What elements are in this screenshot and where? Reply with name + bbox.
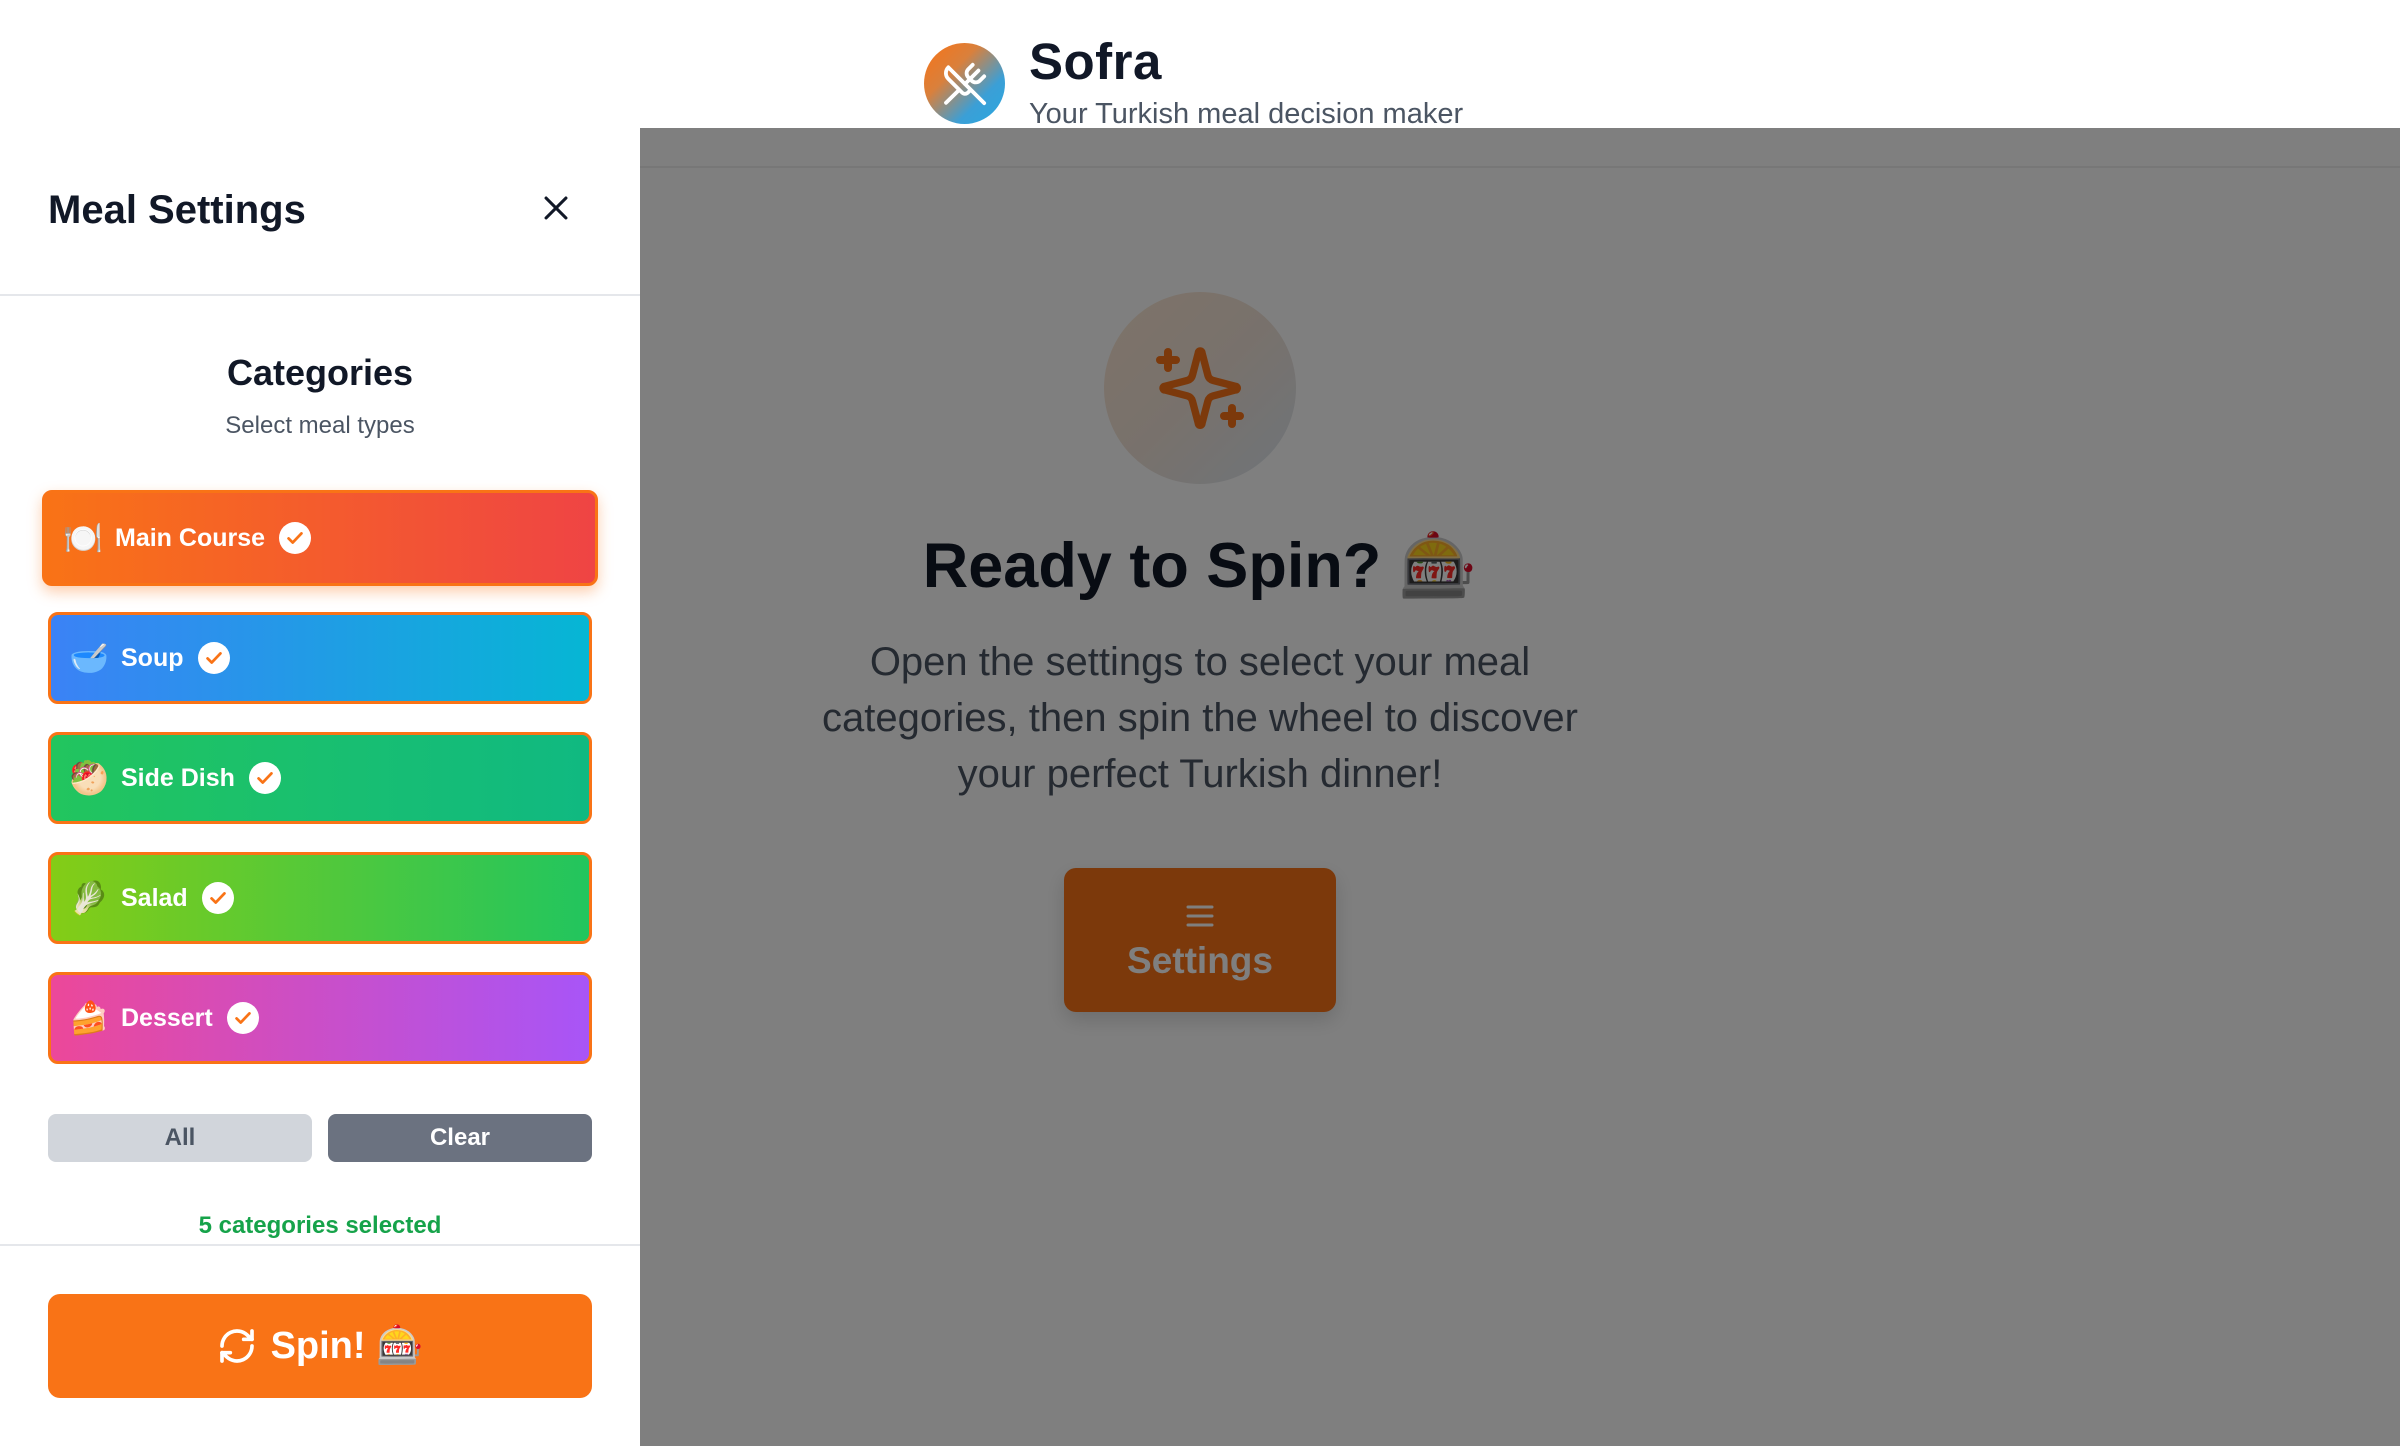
category-emoji: 🥣 — [69, 639, 109, 677]
app-subtitle: Your Turkish meal decision maker — [1029, 98, 1464, 130]
category-button[interactable]: 🥙 Side Dish — [48, 732, 592, 824]
backdrop-divider — [640, 166, 2400, 168]
fork-knife-icon — [943, 62, 986, 105]
app-logo — [924, 43, 1005, 124]
check-icon — [226, 1002, 259, 1034]
category-button[interactable]: 🍰 Dessert — [48, 972, 592, 1064]
category-label: Soup — [121, 643, 184, 672]
category-button[interactable]: 🍽️ Main Course — [42, 490, 598, 586]
clear-button[interactable]: Clear — [328, 1114, 592, 1162]
drawer-header: Meal Settings — [0, 128, 640, 296]
app-title: Sofra — [1029, 33, 1162, 90]
category-emoji: 🥙 — [69, 759, 109, 797]
category-emoji: 🍽️ — [63, 519, 103, 557]
refresh-icon — [219, 1329, 254, 1363]
check-icon — [201, 882, 234, 914]
check-icon — [197, 642, 230, 674]
app-header: Sofra Your Turkish meal decision maker — [0, 0, 2400, 130]
category-label: Side Dish — [121, 763, 235, 792]
spin-button-label: Spin! 🎰 — [270, 1325, 424, 1367]
category-emoji: 🥬 — [69, 879, 109, 917]
check-icon — [279, 522, 312, 554]
spin-button[interactable]: Spin! 🎰 — [48, 1294, 592, 1398]
settings-drawer: Meal Settings Categories Select meal typ… — [0, 128, 640, 1446]
category-label: Salad — [121, 883, 188, 912]
category-label: Main Course — [115, 523, 266, 552]
category-button[interactable]: 🥣 Soup — [48, 612, 592, 704]
drawer-title: Meal Settings — [48, 188, 306, 232]
close-icon — [544, 196, 568, 220]
drawer-footer-divider — [0, 1244, 640, 1246]
category-button[interactable]: 🥬 Salad — [48, 852, 592, 944]
categories-heading: Categories — [226, 352, 414, 393]
close-drawer-button[interactable] — [536, 188, 576, 228]
category-label: Dessert — [121, 1003, 213, 1032]
categories-subtitle: Select meal types — [225, 412, 415, 439]
category-emoji: 🍰 — [69, 999, 109, 1037]
selection-count: 5 categories selected — [198, 1212, 442, 1239]
check-icon — [248, 762, 281, 794]
select-all-button[interactable]: All — [48, 1114, 312, 1162]
